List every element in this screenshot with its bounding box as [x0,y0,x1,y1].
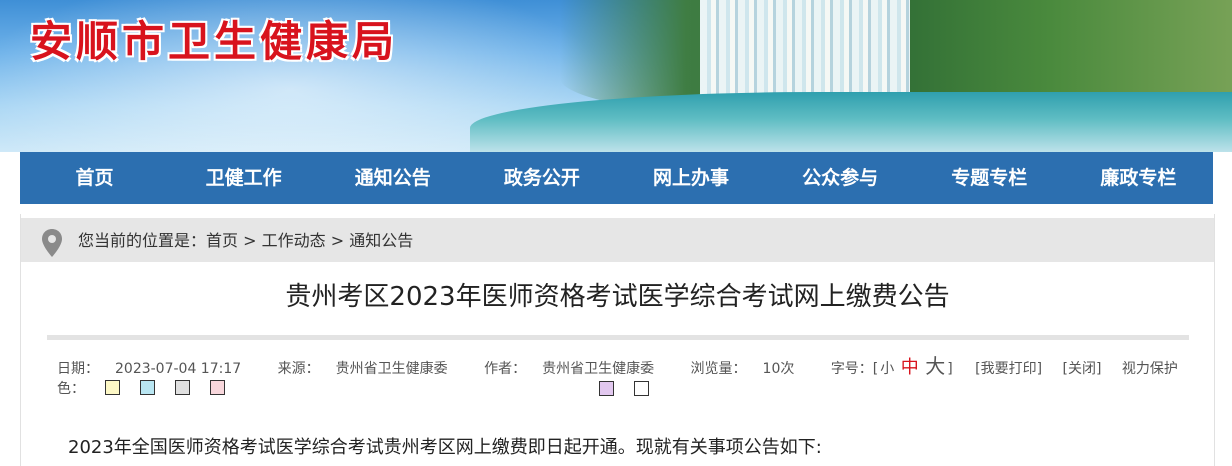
header-banner: 安顺市卫生健康局 [0,0,1232,152]
eye-color-swatch-blue[interactable] [140,380,155,395]
banner-waterfall [700,0,910,98]
breadcrumb-work-news[interactable]: 工作动态 [262,231,326,250]
date-meta: 日期： 2023-07-04 17:17 [57,361,257,377]
eye-color-swatch-gray[interactable] [175,380,190,395]
date-value: 2023-07-04 17:17 [115,361,242,377]
nav-item-public-participation[interactable]: 公众参与 [766,152,915,204]
breadcrumb-separator: > [325,231,350,250]
nav-item-government-affairs[interactable]: 政务公开 [467,152,616,204]
nav-item-special-topics[interactable]: 专题专栏 [915,152,1064,204]
font-size-control: 字号：[小 中 大] [830,356,955,378]
source-meta: 来源： 贵州省卫生健康委 [278,361,464,377]
location-pin-icon [42,229,62,257]
eye-color-row-2 [599,380,1232,400]
font-small-button[interactable]: 小 [880,361,894,377]
views-meta: 浏览量： 10次 [691,361,811,377]
nav-item-home[interactable]: 首页 [20,152,169,204]
article-body: 2023年全国医师资格考试医学综合考试贵州考区网上缴费即日起开通。现就有关事项公… [68,437,822,458]
title-divider [47,335,1189,340]
close-link[interactable]: [关闭] [1063,361,1102,377]
eye-color-swatch-purple[interactable] [599,381,614,396]
content-area: 您当前的位置是：首页 > 工作动态 > 通知公告 贵州考区2023年医师资格考试… [20,214,1215,466]
font-size-label: 字号：[ [830,361,879,377]
nav-item-integrity[interactable]: 廉政专栏 [1064,152,1213,204]
date-label: 日期： [57,361,99,377]
eye-color-swatch-white[interactable] [634,381,649,396]
views-label: 浏览量： [690,361,747,377]
source-value: 贵州省卫生健康委 [335,361,448,377]
nav-item-online-services[interactable]: 网上办事 [617,152,766,204]
main-nav: 首页 卫健工作 通知公告 政务公开 网上办事 公众参与 专题专栏 廉政专栏 [20,152,1213,204]
breadcrumb-bar: 您当前的位置是：首页 > 工作动态 > 通知公告 [21,218,1214,262]
author-label: 作者： [484,361,527,377]
site-title: 安顺市卫生健康局 [30,17,399,66]
nav-item-health-work[interactable]: 卫健工作 [169,152,318,204]
breadcrumb-separator: > [238,231,262,250]
nav-item-notices[interactable]: 通知公告 [318,152,467,204]
print-link[interactable]: [我要打印] [975,361,1042,377]
source-label: 来源： [277,361,320,377]
eye-color-swatch-pink[interactable] [210,380,225,395]
breadcrumb-prefix: 您当前的位置是： [78,231,207,250]
font-medium-button[interactable]: 中 [901,357,919,378]
article-title: 贵州考区2023年医师资格考试医学综合考试网上缴费公告 [285,282,950,312]
eye-color-swatch-yellow[interactable] [105,380,120,395]
breadcrumb-notices[interactable]: 通知公告 [349,231,413,250]
author-meta: 作者： 贵州省卫生健康委 [484,361,670,377]
breadcrumb-home[interactable]: 首页 [206,231,238,250]
breadcrumb: 您当前的位置是：首页 > 工作动态 > 通知公告 [78,218,413,264]
font-size-close: ] [947,361,953,377]
author-value: 贵州省卫生健康委 [542,361,655,377]
font-large-button[interactable]: 大 [925,354,945,378]
views-value: 10次 [762,361,795,377]
banner-lake [470,92,1232,152]
